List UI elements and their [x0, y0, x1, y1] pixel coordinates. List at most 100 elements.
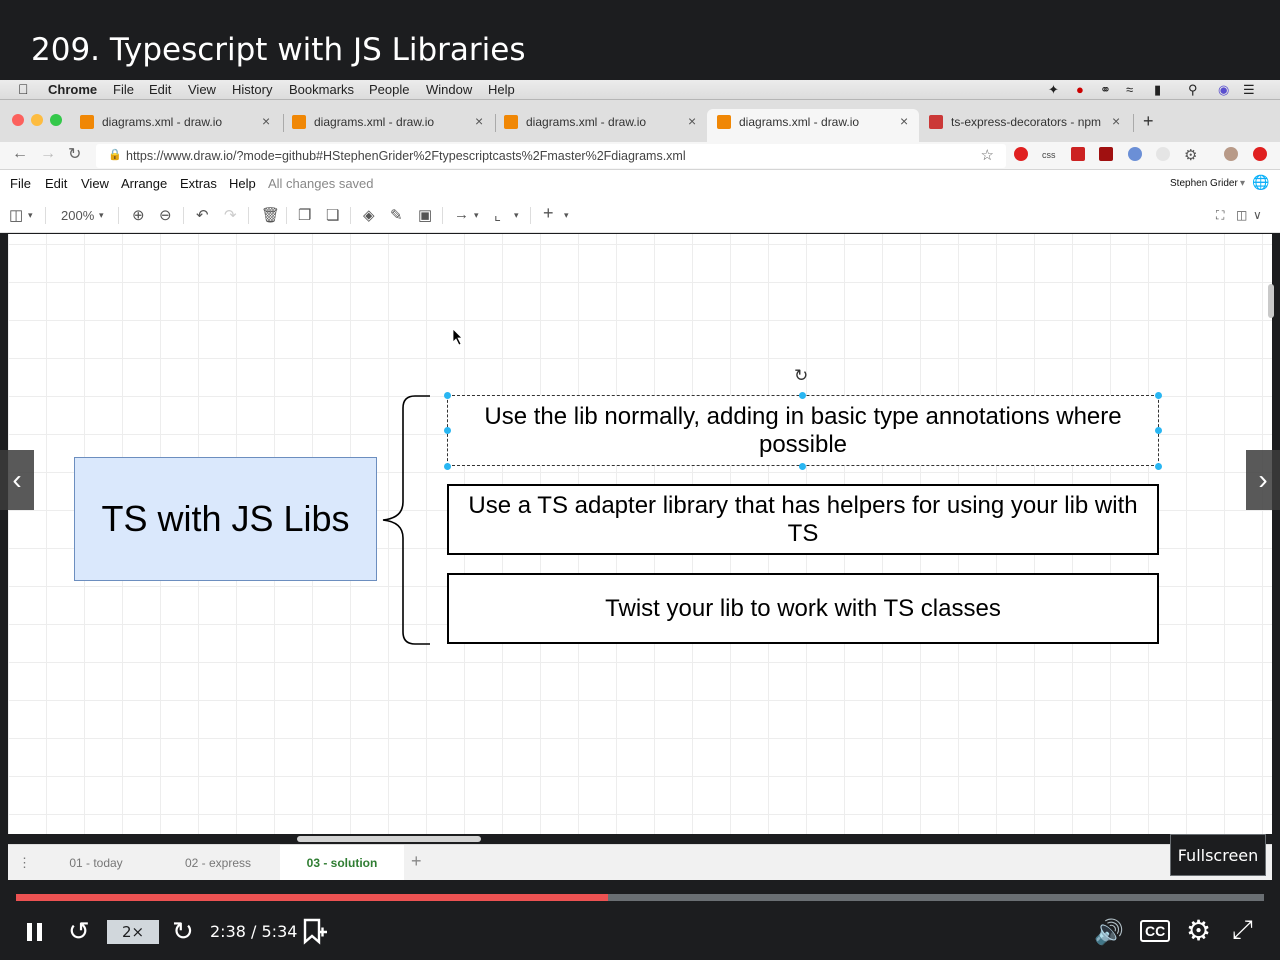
menubar-app-name[interactable]: Chrome: [48, 82, 97, 97]
status-feather-icon[interactable]: ✦: [1048, 82, 1059, 98]
tab-close-icon[interactable]: ×: [262, 113, 270, 129]
menubar-edit[interactable]: Edit: [149, 82, 171, 97]
zoom-out-icon[interactable]: ⊖: [159, 206, 172, 224]
chevron-down-icon[interactable]: ▾: [564, 210, 569, 221]
drawio-menu-extras[interactable]: Extras: [180, 176, 217, 191]
diagram-option-box[interactable]: Twist your lib to work with TS classes: [447, 573, 1159, 644]
language-globe-icon[interactable]: 🌐: [1252, 174, 1269, 191]
pages-menu-icon[interactable]: ⋮: [18, 855, 31, 871]
menubar-people[interactable]: People: [369, 82, 409, 97]
menubar-file[interactable]: File: [113, 82, 134, 97]
new-tab-button[interactable]: +: [1143, 111, 1163, 144]
chevron-down-icon[interactable]: ▾: [28, 210, 33, 221]
browser-tab-active[interactable]: diagrams.xml - draw.io ×: [707, 109, 919, 142]
next-lecture-button[interactable]: ›: [1246, 450, 1280, 510]
page-tab-active[interactable]: 03 - solution: [280, 845, 404, 881]
page-tab[interactable]: 01 - today: [36, 845, 156, 881]
add-bookmark-icon[interactable]: [302, 918, 328, 946]
opera-ext-icon[interactable]: [1014, 147, 1028, 161]
redo-icon[interactable]: ↷: [224, 206, 237, 224]
volume-icon[interactable]: 🔊: [1094, 918, 1124, 947]
to-front-icon[interactable]: ❐: [298, 206, 311, 224]
shadow-icon[interactable]: ▣: [418, 206, 432, 224]
drawio-menu-edit[interactable]: Edit: [45, 176, 67, 191]
browser-tab[interactable]: diagrams.xml - draw.io ×: [504, 109, 704, 142]
fill-color-icon[interactable]: ◈: [363, 206, 375, 224]
status-glasses-icon[interactable]: ⚭: [1100, 82, 1111, 98]
undo-icon[interactable]: ↶: [196, 206, 209, 224]
resize-handle[interactable]: [799, 392, 806, 399]
apple-icon[interactable]: : [18, 81, 29, 97]
menubar-bookmarks[interactable]: Bookmarks: [289, 82, 354, 97]
captions-icon[interactable]: CC: [1140, 920, 1171, 942]
siri-icon[interactable]: ◉: [1218, 82, 1229, 98]
tab-close-icon[interactable]: ×: [900, 113, 908, 129]
menubar-window[interactable]: Window: [426, 82, 472, 97]
browser-tab[interactable]: ts-express-decorators - npm ×: [929, 109, 1129, 142]
browser-tab[interactable]: diagrams.xml - draw.io ×: [292, 109, 492, 142]
rewind-icon[interactable]: ↺: [68, 916, 90, 947]
resize-handle[interactable]: [1155, 427, 1162, 434]
battery-icon[interactable]: ▮: [1154, 82, 1161, 98]
tab-close-icon[interactable]: ×: [475, 113, 483, 129]
css-ext-icon[interactable]: css: [1042, 150, 1056, 160]
update-icon[interactable]: [1253, 147, 1267, 161]
tab-close-icon[interactable]: ×: [1112, 113, 1120, 129]
chevron-down-icon[interactable]: ▾: [514, 210, 519, 221]
forward-icon[interactable]: ↻: [172, 916, 194, 947]
wifi-icon[interactable]: ≈: [1126, 82, 1133, 97]
address-bar[interactable]: 🔒 https://www.draw.io/?mode=github#HStep…: [96, 144, 1006, 168]
resize-handle[interactable]: [444, 392, 451, 399]
insert-plus-icon[interactable]: +: [543, 203, 554, 224]
diagram-option-box[interactable]: Use a TS adapter library that has helper…: [447, 484, 1159, 555]
reload-icon[interactable]: ↻: [68, 144, 81, 164]
chevron-down-icon[interactable]: ▾: [99, 210, 104, 221]
settings-gear-icon[interactable]: ⚙: [1186, 914, 1211, 947]
resize-handle[interactable]: [1155, 392, 1162, 399]
resize-handle[interactable]: [444, 427, 451, 434]
window-minimize-icon[interactable]: [31, 114, 43, 126]
waypoints-icon[interactable]: ⌞: [494, 206, 501, 224]
diagram-option-box[interactable]: Use the lib normally, adding in basic ty…: [447, 395, 1159, 466]
user-name[interactable]: Stephen Grider: [1170, 178, 1238, 189]
bookmark-star-icon[interactable]: ☆: [981, 146, 994, 164]
resize-handle[interactable]: [799, 463, 806, 470]
ext-icon[interactable]: [1128, 147, 1142, 161]
zoom-level[interactable]: 200%: [61, 208, 94, 223]
chevron-down-icon[interactable]: ▾: [1240, 178, 1245, 189]
profile-avatar[interactable]: [1224, 147, 1238, 161]
add-page-icon[interactable]: +: [411, 851, 422, 872]
line-color-icon[interactable]: ✎: [390, 206, 403, 224]
collapse-chevron-icon[interactable]: ∨: [1253, 208, 1262, 222]
chevron-down-icon[interactable]: ▾: [474, 210, 479, 221]
page-tab[interactable]: 02 - express: [158, 845, 278, 881]
menubar-view[interactable]: View: [188, 82, 216, 97]
resize-handle[interactable]: [444, 463, 451, 470]
resize-handle[interactable]: [1155, 463, 1162, 470]
rotate-handle-icon[interactable]: ↻: [794, 366, 808, 386]
format-toggle-icon[interactable]: ◫: [1236, 208, 1247, 222]
ext-icon[interactable]: [1156, 147, 1170, 161]
lastpass-ext-icon[interactable]: [1071, 147, 1085, 161]
exit-fullscreen-icon[interactable]: ⤢: [1232, 914, 1253, 946]
drawio-menu-arrange[interactable]: Arrange: [121, 176, 167, 191]
menubar-history[interactable]: History: [232, 82, 272, 97]
settings-gear-icon[interactable]: ⚙: [1184, 146, 1197, 164]
previous-lecture-button[interactable]: ‹: [0, 450, 34, 510]
menubar-help[interactable]: Help: [488, 82, 515, 97]
canvas-vertical-scrollbar[interactable]: [1268, 284, 1274, 318]
diagram-main-box[interactable]: TS with JS Libs: [74, 457, 377, 581]
curly-brace-connector[interactable]: [375, 390, 445, 650]
progress-bar[interactable]: [16, 894, 1264, 901]
connection-arrow-icon[interactable]: →: [454, 206, 469, 223]
to-back-icon[interactable]: ❏: [326, 206, 339, 224]
drawio-menu-view[interactable]: View: [81, 176, 109, 191]
status-record-icon[interactable]: ●: [1076, 82, 1084, 97]
tab-close-icon[interactable]: ×: [688, 113, 696, 129]
forward-arrow-icon[interactable]: →: [40, 145, 56, 163]
back-arrow-icon[interactable]: ←: [12, 145, 28, 163]
delete-trash-icon[interactable]: 🗑: [261, 206, 280, 224]
window-close-icon[interactable]: [12, 114, 24, 126]
zoom-in-icon[interactable]: ⊕: [132, 206, 145, 224]
fullscreen-icon[interactable]: ⛶: [1216, 208, 1224, 223]
